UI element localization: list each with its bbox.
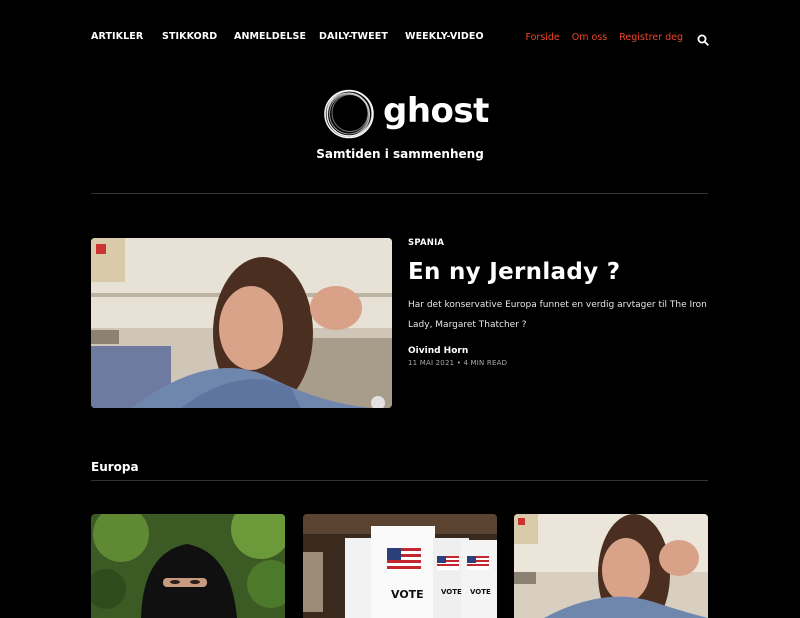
ghost-logo-icon[interactable] (322, 88, 376, 140)
post-tag[interactable]: SPANIA (408, 238, 708, 248)
vote-label-2: VOTE (441, 588, 462, 596)
flag-icon (387, 548, 421, 570)
card-image-3[interactable] (514, 514, 708, 618)
nav-stikkord[interactable]: STIKKORD (162, 31, 217, 42)
feature-post: SPANIA En ny Jernlady ? Har det konserva… (408, 238, 708, 367)
nav-artikler[interactable]: ARTIKLER (91, 31, 143, 42)
nav-daily-tweet[interactable]: DAILY-TWEET (319, 31, 388, 42)
section-divider (91, 480, 708, 481)
nav-weekly-video[interactable]: WEEKLY-VIDEO (405, 31, 484, 42)
post-title[interactable]: En ny Jernlady ? (408, 257, 708, 287)
section-title-europa[interactable]: Europa (91, 460, 139, 474)
header-divider (91, 193, 708, 194)
site-brand: ghost (0, 86, 800, 142)
feature-image[interactable] (91, 238, 392, 408)
nav-forside[interactable]: Forside (525, 32, 559, 43)
vote-label-3: VOTE (470, 588, 491, 596)
vote-label: VOTE (391, 588, 424, 601)
secondary-nav: Forside Om oss Registrer deg (525, 31, 709, 46)
nav-om-oss[interactable]: Om oss (572, 32, 607, 43)
post-excerpt: Har det konservative Europa funnet en ve… (408, 300, 707, 330)
card-image-2[interactable]: VOTE VOTE VOTE (303, 514, 497, 618)
post-author[interactable]: Oivind Horn (408, 346, 708, 356)
card-image-1[interactable] (91, 514, 285, 618)
site-tagline: Samtiden i sammenheng (316, 147, 484, 161)
top-navigation: ARTIKLER STIKKORD ANMELDELSE DAILY-TWEET… (91, 31, 709, 47)
search-icon[interactable] (697, 31, 709, 46)
post-meta: 11 MAI 2021 • 4 MIN READ (408, 359, 508, 367)
brand-name[interactable]: ghost (383, 91, 489, 131)
nav-registrer-deg[interactable]: Registrer deg (619, 32, 683, 43)
nav-anmeldelse[interactable]: ANMELDELSE (234, 31, 306, 42)
